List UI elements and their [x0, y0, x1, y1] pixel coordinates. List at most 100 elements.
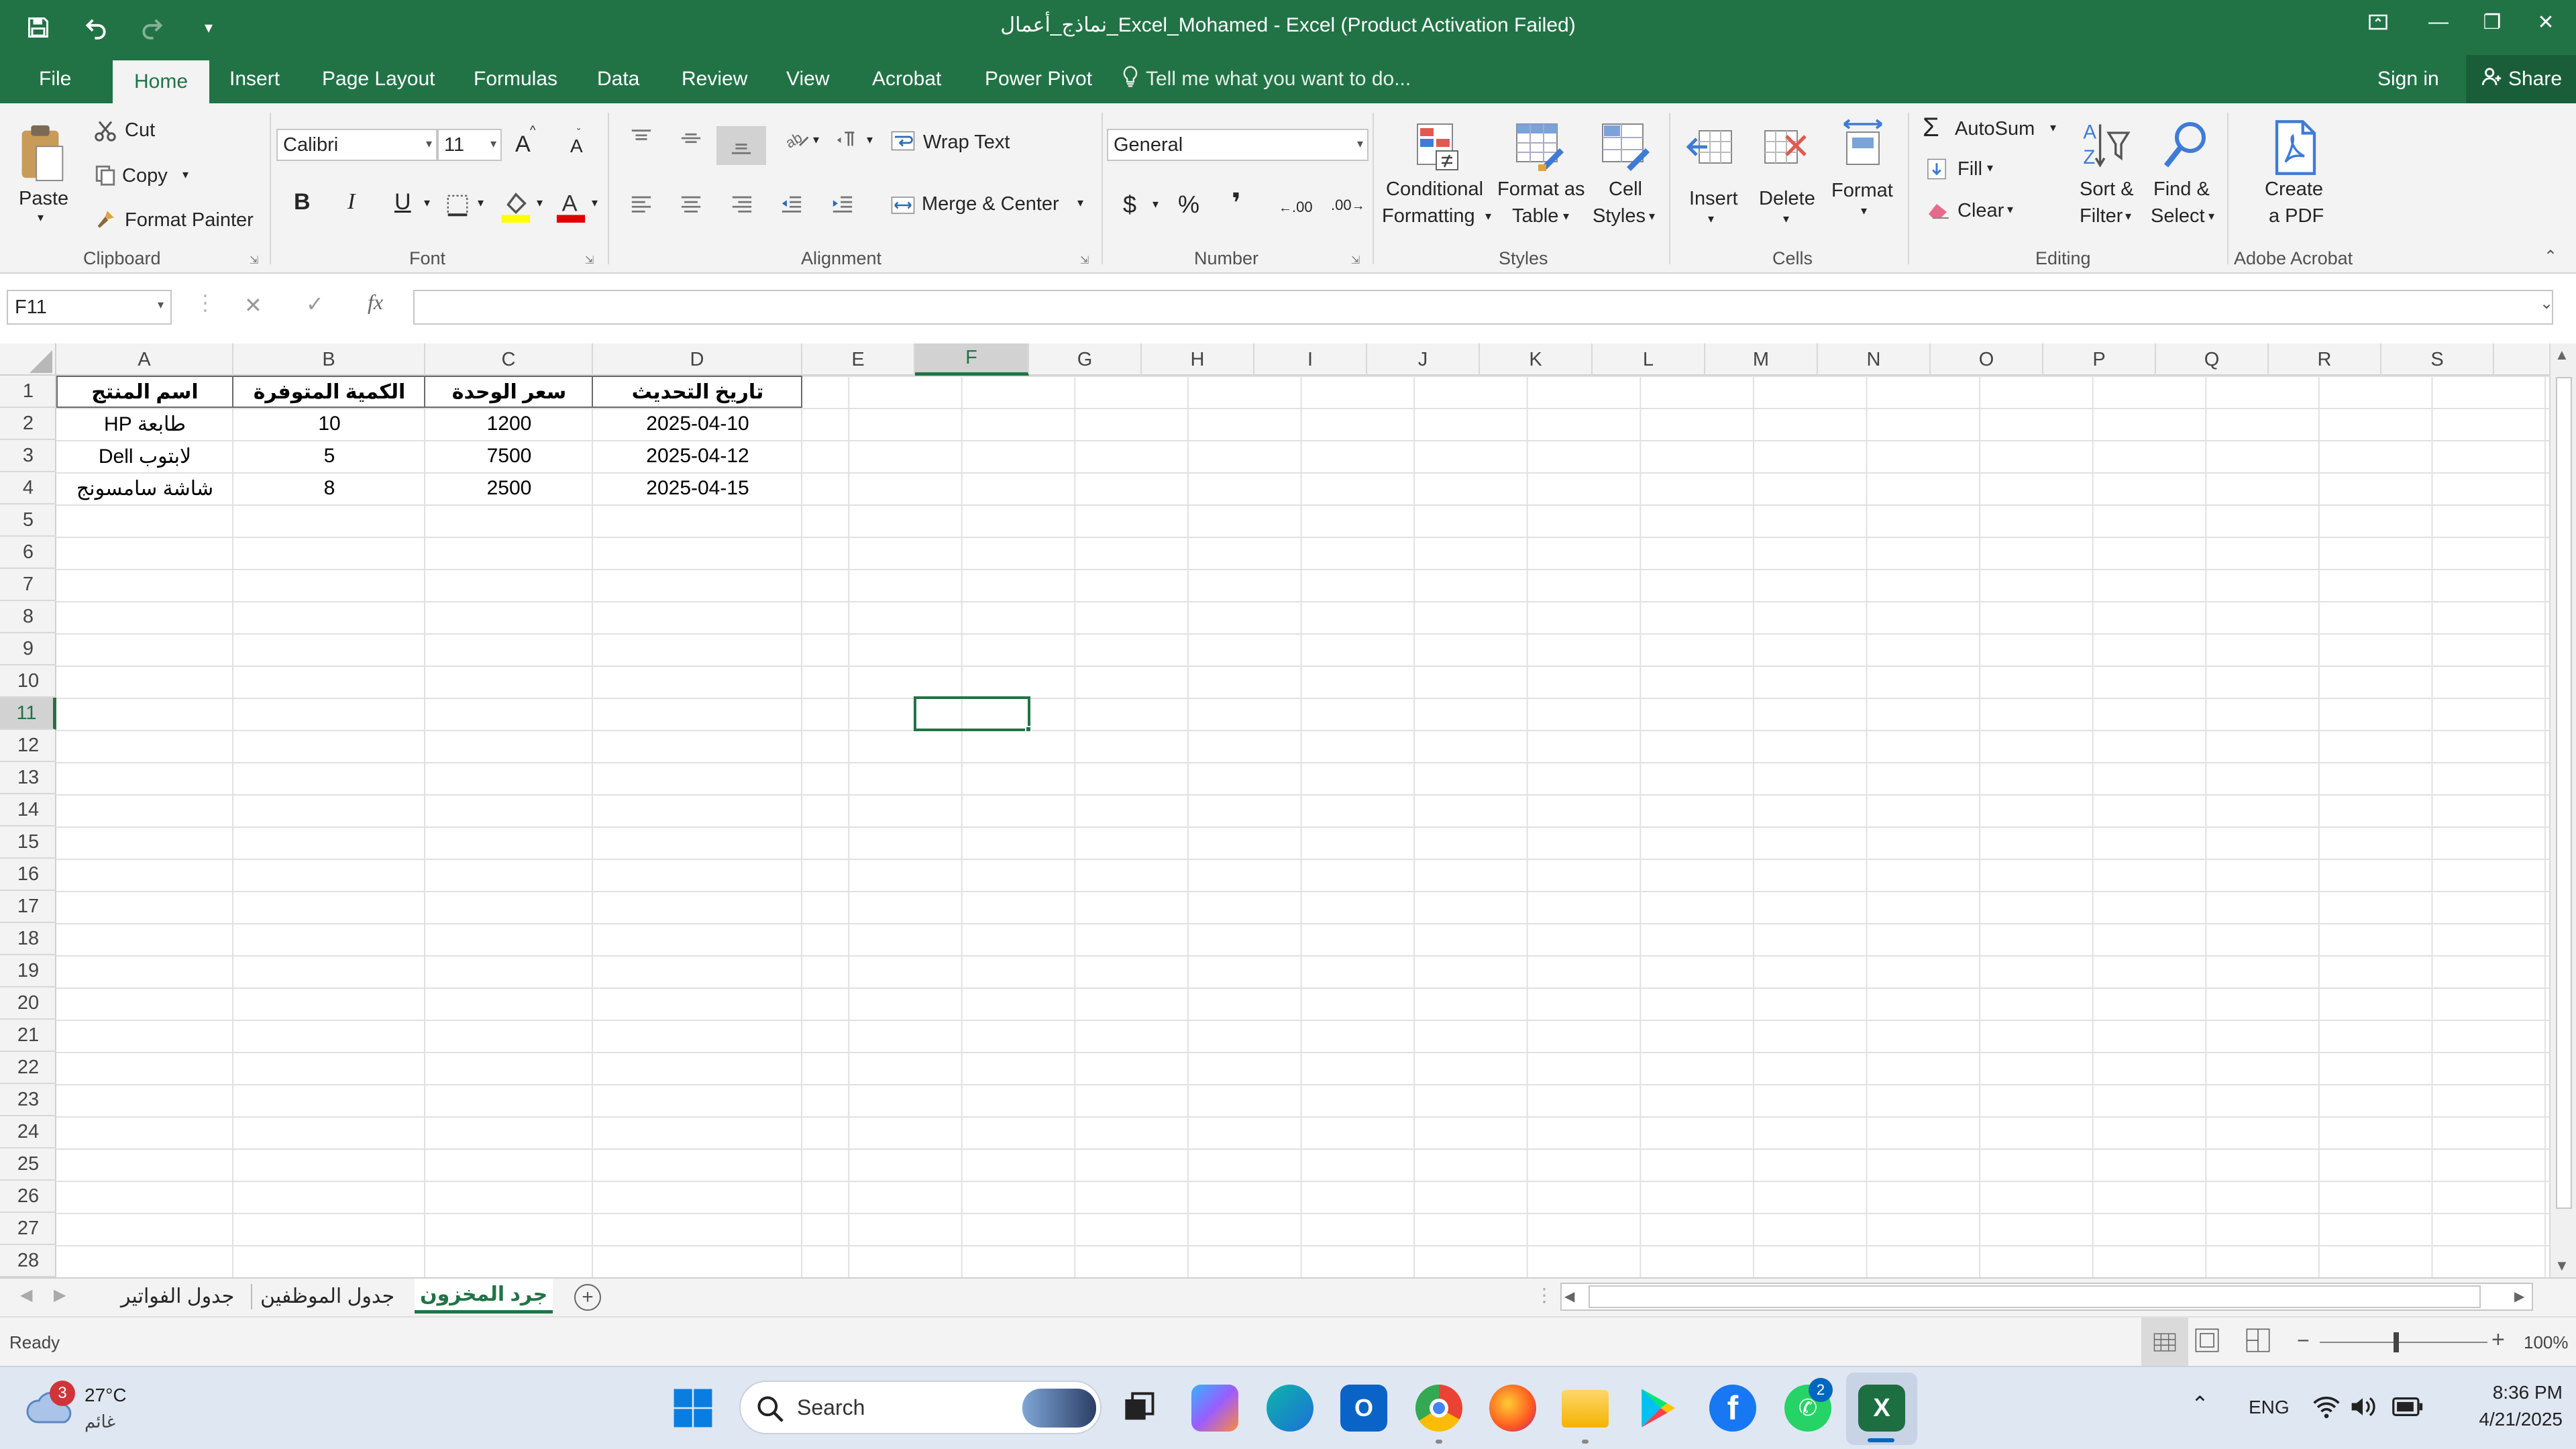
wifi-icon[interactable] [2312, 1394, 2341, 1423]
paste-button[interactable]: Paste [19, 188, 68, 210]
sort-filter-icon[interactable]: AZ [2078, 117, 2133, 177]
insert-function-button[interactable]: fx [368, 290, 383, 315]
firefox-browser-icon[interactable] [1489, 1385, 1536, 1432]
weather-temperature[interactable]: 27°C [85, 1385, 127, 1406]
row-header-28[interactable]: 28 [0, 1245, 56, 1277]
cell-a4[interactable]: شاشة سامسونج [56, 472, 233, 504]
tab-formulas[interactable]: Formulas [474, 55, 557, 103]
tab-insert[interactable]: Insert [229, 55, 280, 103]
active-cell-selection[interactable] [914, 696, 1030, 731]
wrap-text-icon[interactable] [888, 126, 918, 156]
tab-view[interactable]: View [786, 55, 829, 103]
page-break-view-icon[interactable] [2245, 1327, 2271, 1357]
create-pdf-label-2[interactable]: a PDF [2269, 205, 2324, 227]
tab-review[interactable]: Review [682, 55, 747, 103]
column-header-f[interactable]: F [915, 343, 1029, 376]
row-header-19[interactable]: 19 [0, 955, 56, 987]
find-select-label-1[interactable]: Find & [2153, 178, 2210, 201]
create-pdf-label-1[interactable]: Create [2265, 178, 2323, 201]
sort-filter-label-1[interactable]: Sort & [2080, 178, 2134, 201]
row-header-20[interactable]: 20 [0, 987, 56, 1020]
italic-button[interactable]: I [347, 189, 355, 215]
column-header-g[interactable]: G [1029, 343, 1142, 376]
delete-cells-button[interactable]: Delete [1759, 188, 1815, 210]
conditional-formatting-label-2[interactable]: Formatting [1382, 205, 1475, 227]
tab-split-grip[interactable]: ⋮ [1535, 1284, 1554, 1306]
middle-align-icon[interactable] [676, 123, 706, 153]
font-name-combo[interactable]: Calibri ▾ [276, 129, 437, 161]
zoom-in-button[interactable]: + [2491, 1327, 2505, 1353]
conditional-formatting-label-1[interactable]: Conditional [1386, 178, 1483, 201]
fill-button[interactable]: Fill [1957, 158, 1982, 180]
zoom-slider-track[interactable] [2320, 1342, 2487, 1343]
column-header-d[interactable]: D [593, 343, 802, 376]
format-as-table-label-2[interactable]: Table [1512, 205, 1558, 227]
taskbar-search[interactable]: Search [739, 1381, 1102, 1434]
align-left-icon[interactable] [627, 189, 656, 219]
zoom-level[interactable]: 100% [2524, 1332, 2569, 1353]
borders-dropdown-icon[interactable]: ▾ [478, 196, 484, 210]
clear-button[interactable]: Clear [1957, 200, 2004, 222]
row-header-4[interactable]: 4 [0, 472, 56, 504]
autosum-icon[interactable]: Σ [1923, 113, 1939, 143]
excel-app-icon[interactable]: X [1858, 1385, 1905, 1432]
cell-c1[interactable]: سعر الوحدة [425, 376, 593, 408]
scroll-right-icon[interactable]: ▶ [2514, 1288, 2524, 1305]
new-sheet-icon[interactable]: + [574, 1284, 601, 1311]
row-header-21[interactable]: 21 [0, 1020, 56, 1052]
cell-d2[interactable]: 2025-04-10 [593, 408, 802, 440]
cell-styles-label-2[interactable]: Styles [1593, 205, 1646, 227]
file-explorer-icon[interactable] [1562, 1390, 1609, 1428]
row-header-22[interactable]: 22 [0, 1052, 56, 1084]
row-header-9[interactable]: 9 [0, 633, 56, 665]
bold-button[interactable]: B [294, 189, 311, 215]
decrease-decimal-button[interactable]: .00→ [1331, 186, 1365, 214]
column-header-p[interactable]: P [2043, 343, 2156, 376]
cut-icon[interactable] [91, 117, 119, 145]
find-select-icon[interactable] [2157, 117, 2212, 177]
restore-button[interactable]: ❐ [2462, 0, 2522, 44]
format-dropdown-icon[interactable]: ▾ [1861, 204, 1867, 218]
enter-entry-button[interactable]: ✓ [306, 291, 324, 317]
cell-d3[interactable]: 2025-04-12 [593, 440, 802, 472]
select-all-button[interactable] [0, 343, 56, 376]
paste-icon[interactable] [13, 119, 70, 186]
row-header-2[interactable]: 2 [0, 408, 56, 440]
align-right-icon[interactable] [727, 189, 757, 219]
row-header-11[interactable]: 11 [0, 698, 56, 730]
edge-browser-icon[interactable] [1267, 1385, 1313, 1432]
row-header-24[interactable]: 24 [0, 1116, 56, 1148]
row-header-14[interactable]: 14 [0, 794, 56, 826]
outlook-icon[interactable]: O [1340, 1385, 1387, 1432]
column-header-k[interactable]: K [1480, 343, 1593, 376]
create-pdf-icon[interactable] [2266, 117, 2325, 178]
column-header-e[interactable]: E [802, 343, 915, 376]
google-play-icon[interactable] [1634, 1385, 1681, 1432]
paste-dropdown-icon[interactable]: ▾ [38, 211, 44, 225]
currency-dropdown-icon[interactable]: ▾ [1152, 197, 1159, 211]
delete-cells-icon[interactable] [1759, 119, 1814, 174]
autosum-dropdown-icon[interactable]: ▾ [2050, 121, 2056, 135]
input-language[interactable]: ENG [2249, 1397, 2290, 1418]
cell-b1[interactable]: الكمية المتوفرة [233, 376, 425, 408]
direction-dropdown-icon[interactable]: ▾ [867, 133, 873, 147]
merge-center-icon[interactable] [888, 191, 918, 220]
collapse-ribbon-icon[interactable]: ⌃ [2544, 247, 2557, 266]
horizontal-scrollbar[interactable]: ◀ ▶ [1560, 1283, 2533, 1311]
cell-styles-dropdown-icon[interactable]: ▾ [1649, 209, 1655, 223]
cell-styles-icon[interactable] [1598, 119, 1653, 174]
row-header-7[interactable]: 7 [0, 569, 56, 601]
clear-dropdown-icon[interactable]: ▾ [2007, 203, 2013, 217]
sort-filter-dropdown-icon[interactable]: ▾ [2125, 209, 2131, 223]
cell-c3[interactable]: 7500 [425, 440, 593, 472]
column-header-j[interactable]: J [1367, 343, 1480, 376]
tab-acrobat[interactable]: Acrobat [872, 55, 941, 103]
borders-icon[interactable] [443, 191, 472, 220]
fill-dropdown-icon[interactable]: ▾ [1987, 161, 1993, 175]
fill-handle[interactable] [1025, 726, 1032, 733]
clipboard-launcher-icon[interactable]: ⇲ [250, 254, 258, 267]
orientation-dropdown-icon[interactable]: ▾ [813, 133, 819, 147]
tab-file[interactable]: File [39, 55, 71, 103]
row-header-16[interactable]: 16 [0, 859, 56, 891]
row-header-5[interactable]: 5 [0, 504, 56, 537]
